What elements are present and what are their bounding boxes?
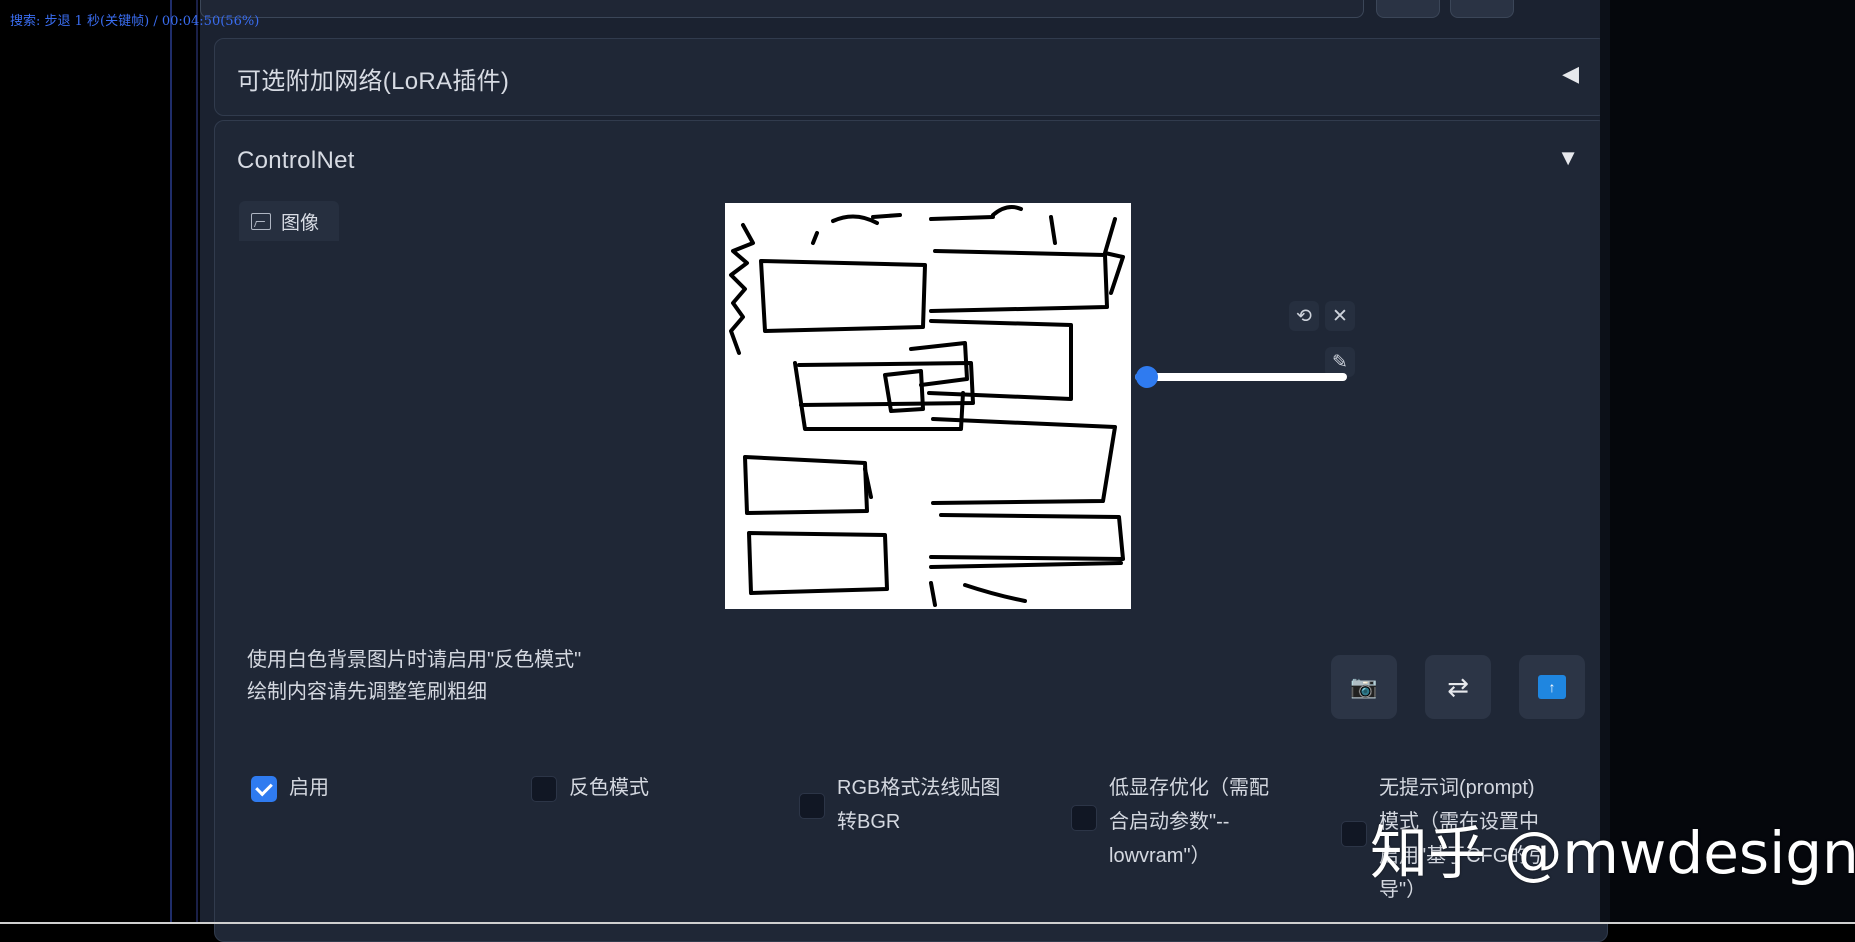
hint-invert-mode: 使用白色背景图片时请启用"反色模式"	[247, 649, 582, 671]
controlnet-title: ControlNet	[237, 147, 355, 174]
webui-main-area: 可选附加网络(LoRA插件) ◀ ControlNet ▼ 图像 ⟲ ✕ ✎ 使…	[200, 0, 1608, 942]
prompt-input-partial[interactable]	[200, 0, 1364, 18]
checkbox-enable[interactable]	[251, 776, 277, 802]
upload-icon: ↑	[1538, 675, 1566, 699]
upload-button[interactable]: ↑	[1519, 655, 1585, 719]
option-rgb-to-bgr-label: RGB格式法线贴图 转BGR	[837, 777, 1001, 833]
sketch-drawing	[729, 205, 1125, 607]
lora-accordion[interactable]: 可选附加网络(LoRA插件) ◀	[214, 38, 1608, 116]
lora-accordion-title: 可选附加网络(LoRA插件)	[237, 68, 510, 95]
player-status-overlay: 搜索: 步退 1 秒(关键帧) / 00:04:50(56%)	[10, 14, 260, 29]
left-divider-inner	[196, 0, 198, 924]
upload-glyph: ↑	[1548, 679, 1556, 695]
option-enable-label: 启用	[289, 777, 329, 799]
watermark-logo: 知乎 @mwdesign	[1370, 819, 1855, 887]
sketch-canvas[interactable]	[725, 203, 1131, 609]
image-tab-label: 图像	[281, 212, 320, 234]
close-icon[interactable]: ✕	[1325, 301, 1355, 331]
image-tab[interactable]: 图像	[239, 201, 339, 241]
checkbox-low-vram[interactable]	[1071, 805, 1097, 831]
slider-track	[1135, 373, 1347, 381]
camera-icon: 📷	[1350, 674, 1378, 699]
option-low-vram-label: 低显存优化（需配 合启动参数"-- lowvram"）	[1109, 777, 1269, 867]
swap-button[interactable]: ⇄	[1425, 655, 1491, 719]
undo-icon[interactable]: ⟲	[1289, 301, 1319, 331]
collapse-down-icon[interactable]: ▼	[1557, 145, 1579, 171]
image-icon	[251, 212, 271, 230]
option-enable[interactable]: 启用	[251, 771, 329, 805]
left-black-region	[0, 0, 170, 924]
camera-button[interactable]: 📷	[1331, 655, 1397, 719]
checkbox-guess-mode[interactable]	[1341, 821, 1367, 847]
right-edge-shadow	[1600, 0, 1610, 924]
collapse-left-icon[interactable]: ◀	[1562, 61, 1579, 87]
right-dark-region	[1600, 0, 1855, 924]
hint-brush-size: 绘制内容请先调整笔刷粗细	[247, 681, 487, 703]
option-low-vram[interactable]: 低显存优化（需配 合启动参数"-- lowvram"）	[1071, 771, 1269, 873]
brush-size-slider[interactable]	[1135, 366, 1347, 388]
option-invert-label: 反色模式	[569, 777, 649, 799]
option-invert[interactable]: 反色模式	[531, 771, 649, 805]
checkbox-invert[interactable]	[531, 776, 557, 802]
slider-thumb[interactable]	[1136, 366, 1158, 388]
swap-icon: ⇄	[1447, 671, 1469, 702]
top-action-button-2[interactable]	[1450, 0, 1514, 18]
checkbox-rgb-to-bgr[interactable]	[799, 793, 825, 819]
left-divider	[170, 0, 172, 924]
top-action-button-1[interactable]	[1376, 0, 1440, 18]
option-rgb-to-bgr[interactable]: RGB格式法线贴图 转BGR	[799, 771, 1000, 839]
